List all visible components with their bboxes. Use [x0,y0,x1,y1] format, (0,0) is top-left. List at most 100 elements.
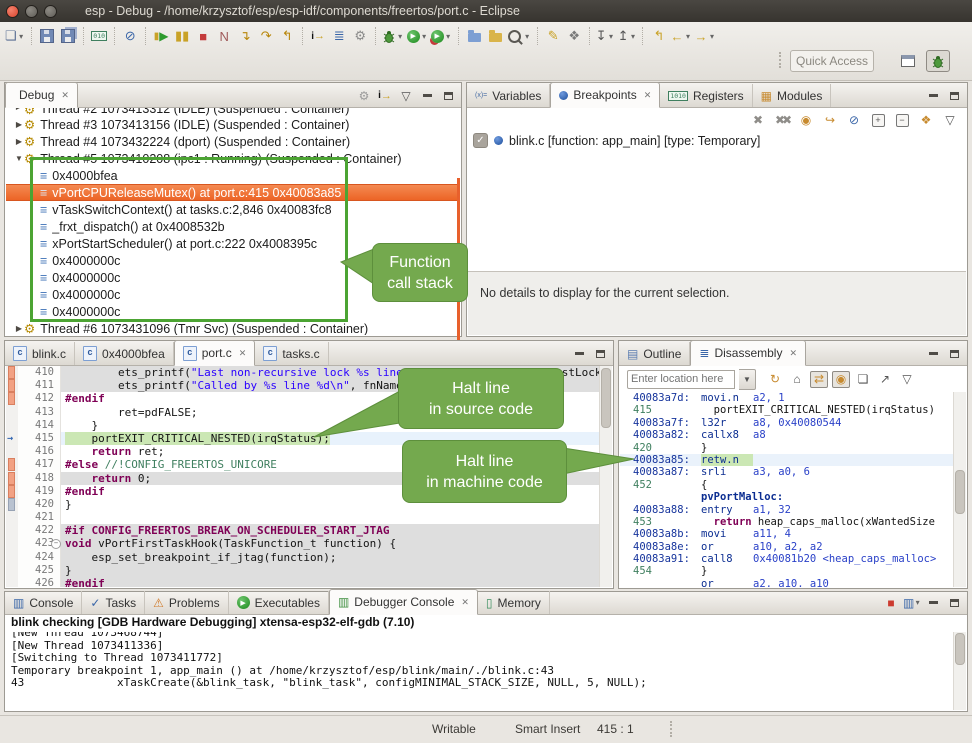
code-line[interactable]: 423−void vPortFirstTaskHook(TaskFunction… [6,537,600,550]
new-cpp-project-icon[interactable] [464,25,485,47]
tab-blink-c[interactable]: cblink.c [5,342,75,365]
dropdown-icon[interactable]: ▾ [914,598,921,607]
thread-row[interactable]: ▼⚙Thread #5 1073410208 (ipc1 : Running) … [6,150,460,167]
dropdown-icon[interactable]: ▾ [707,32,716,41]
tab-console[interactable]: ▥Console [5,591,82,614]
dropdown-icon[interactable]: ▾ [628,32,637,41]
expand-icon[interactable]: ▼ [14,154,24,163]
disassembly-scrollbar[interactable] [953,392,966,587]
annotation-ruler[interactable] [6,458,18,471]
new-view-icon[interactable]: ❏ [854,371,872,388]
disassembly-line[interactable]: 452{ [620,479,954,491]
step-into-icon[interactable]: ↴ [235,25,256,47]
minimize-icon[interactable] [570,345,588,362]
code-line[interactable]: 421 [6,511,600,524]
disassembly-line[interactable]: 420} [620,442,954,454]
expand-icon[interactable]: ▶ [14,120,24,129]
editor-scrollbar[interactable] [599,366,612,587]
code-line[interactable]: 424 esp_set_breakpoint_if_jtag(function)… [6,551,600,564]
tab-modules[interactable]: ▦Modules [753,84,832,107]
disassembly-line[interactable]: 40083a87:srlia3, a0, 6 [620,466,954,478]
terminate-icon[interactable]: ■ [882,594,900,611]
tab-registers[interactable]: 1010Registers [660,84,752,107]
stack-frame-row[interactable]: ≡vTaskSwitchContext() at tasks.c:2,846 0… [6,201,460,218]
maximize-icon[interactable] [591,345,609,362]
dropdown-icon[interactable]: ▾ [420,32,429,41]
thread-row[interactable]: ▶⚙Thread #3 1073413156 (IDLE) (Suspended… [6,116,460,133]
tab-debugger-console[interactable]: ▥Debugger Console✕ [329,589,478,615]
tab-0x4000bfea[interactable]: c0x4000bfea [75,342,174,365]
code-line[interactable]: 426#endif [6,577,600,587]
view-menu-icon[interactable]: ▽ [941,112,959,129]
tab-tasks[interactable]: ✓Tasks [82,591,145,614]
skip-all-icon[interactable]: ⊘ [845,112,863,129]
minimize-icon[interactable] [924,345,942,362]
annotation-ruler[interactable] [6,537,18,550]
disassembly-line[interactable]: 415 portEXIT_CRITICAL_NESTED(irqStatus) [620,404,954,416]
expand-icon[interactable]: ▶ [14,137,24,146]
skip-all-breakpoints-icon[interactable]: ⊘ [120,25,141,47]
fold-icon[interactable]: − [51,539,61,549]
refresh-icon[interactable]: ↻ [766,371,784,388]
step-over-icon[interactable]: ↷ [256,25,277,47]
previous-annotation-icon[interactable]: ↥▾ [617,25,639,47]
tab-breakpoints[interactable]: Breakpoints✕ [550,82,660,108]
scrollbar-thumb[interactable] [955,470,965,514]
debug-icon[interactable]: ▾ [381,25,406,47]
stack-frame-row[interactable]: ≡0x4000bfea [6,167,460,184]
collapse-all-icon[interactable]: − [893,112,911,129]
save-all-icon[interactable] [58,25,79,47]
minimize-icon[interactable] [418,87,436,104]
close-icon[interactable]: ✕ [644,90,652,101]
thread-row-clipped[interactable]: ▶⚙Thread #2 1073413312 (IDLE) (Suspended… [6,108,460,116]
dropdown-icon[interactable]: ▾ [683,32,692,41]
instruction-step-icon[interactable]: i→ [308,25,329,47]
follow-pc-icon[interactable]: ◉ [832,371,850,388]
remove-all-terminated-icon[interactable]: ⚙ [355,87,373,104]
search-icon[interactable]: ▾ [506,25,533,47]
annotation-ruler[interactable] [6,392,18,405]
thread-row[interactable]: ▶⚙Thread #6 1073431096 (Tmr Svc) (Suspen… [6,320,460,335]
disassembly-line[interactable]: 40083a91:call80x40081b20 <heap_caps_mall… [620,553,954,565]
group-by-icon[interactable]: ❖ [917,112,935,129]
disassembly-line[interactable]: 40083a7f:l32ra8, 0x40080544 [620,417,954,429]
disassembly-line[interactable]: ora2, a10, a10 [620,578,954,587]
binary-display-icon[interactable]: 010 [89,25,110,47]
remove-breakpoint-icon[interactable]: ✖ [749,112,767,129]
disassembly-line[interactable]: 453 return heap_caps_malloc(xWantedSize [620,516,954,528]
maximize-icon[interactable] [945,345,963,362]
dropdown-icon[interactable]: ▾ [396,32,405,41]
go-to-file-icon[interactable]: ↪ [821,112,839,129]
annotation-ruler[interactable]: → [6,432,18,445]
disassembly-line[interactable]: 40083a8e:ora10, a2, a2 [620,541,954,553]
annotation-ruler[interactable] [6,379,18,392]
disconnect-icon[interactable]: N [214,25,235,47]
disassembly-line[interactable]: 40083a7d:movi.na2, 1 [620,392,954,404]
display-console-icon[interactable]: ▥▾ [903,594,921,611]
stack-frame-row[interactable]: ≡_frxt_dispatch() at 0x4008532b [6,218,460,235]
last-edit-location-icon[interactable]: ↰ [648,25,669,47]
disassembly-line[interactable]: 40083a82:callx8a8 [620,429,954,441]
disassembly-line[interactable]: pvPortMalloc: [620,491,954,503]
save-icon[interactable] [37,25,58,47]
debug-perspective-icon[interactable] [926,50,950,72]
open-in-icon[interactable]: ↗ [876,371,894,388]
view-menu-icon[interactable]: ▽ [898,371,916,388]
thread-row[interactable]: ▶⚙Thread #4 1073432224 (dport) (Suspende… [6,133,460,150]
annotation-toggle-icon[interactable]: ❖ [564,25,585,47]
tab-memory[interactable]: ▯Memory [478,591,550,614]
annotation-ruler[interactable] [6,485,18,498]
tab-port-c[interactable]: cport.c✕ [174,340,256,366]
tab-tasks-c[interactable]: ctasks.c [255,342,328,365]
annotation-ruler[interactable] [6,419,18,432]
disassembly-line[interactable]: 40083a8b:movia11, 4 [620,528,954,540]
annotation-ruler[interactable] [6,524,18,537]
annotation-ruler[interactable] [6,577,18,587]
step-return-icon[interactable]: ↰ [277,25,298,47]
annotation-ruler[interactable] [6,445,18,458]
annotation-ruler[interactable] [6,472,18,485]
show-breakpoints-for-icon[interactable]: ◉ [797,112,815,129]
annotation-ruler[interactable] [6,498,18,511]
terminate-icon[interactable]: ■ [193,25,214,47]
window-maximize-button[interactable] [44,5,57,18]
